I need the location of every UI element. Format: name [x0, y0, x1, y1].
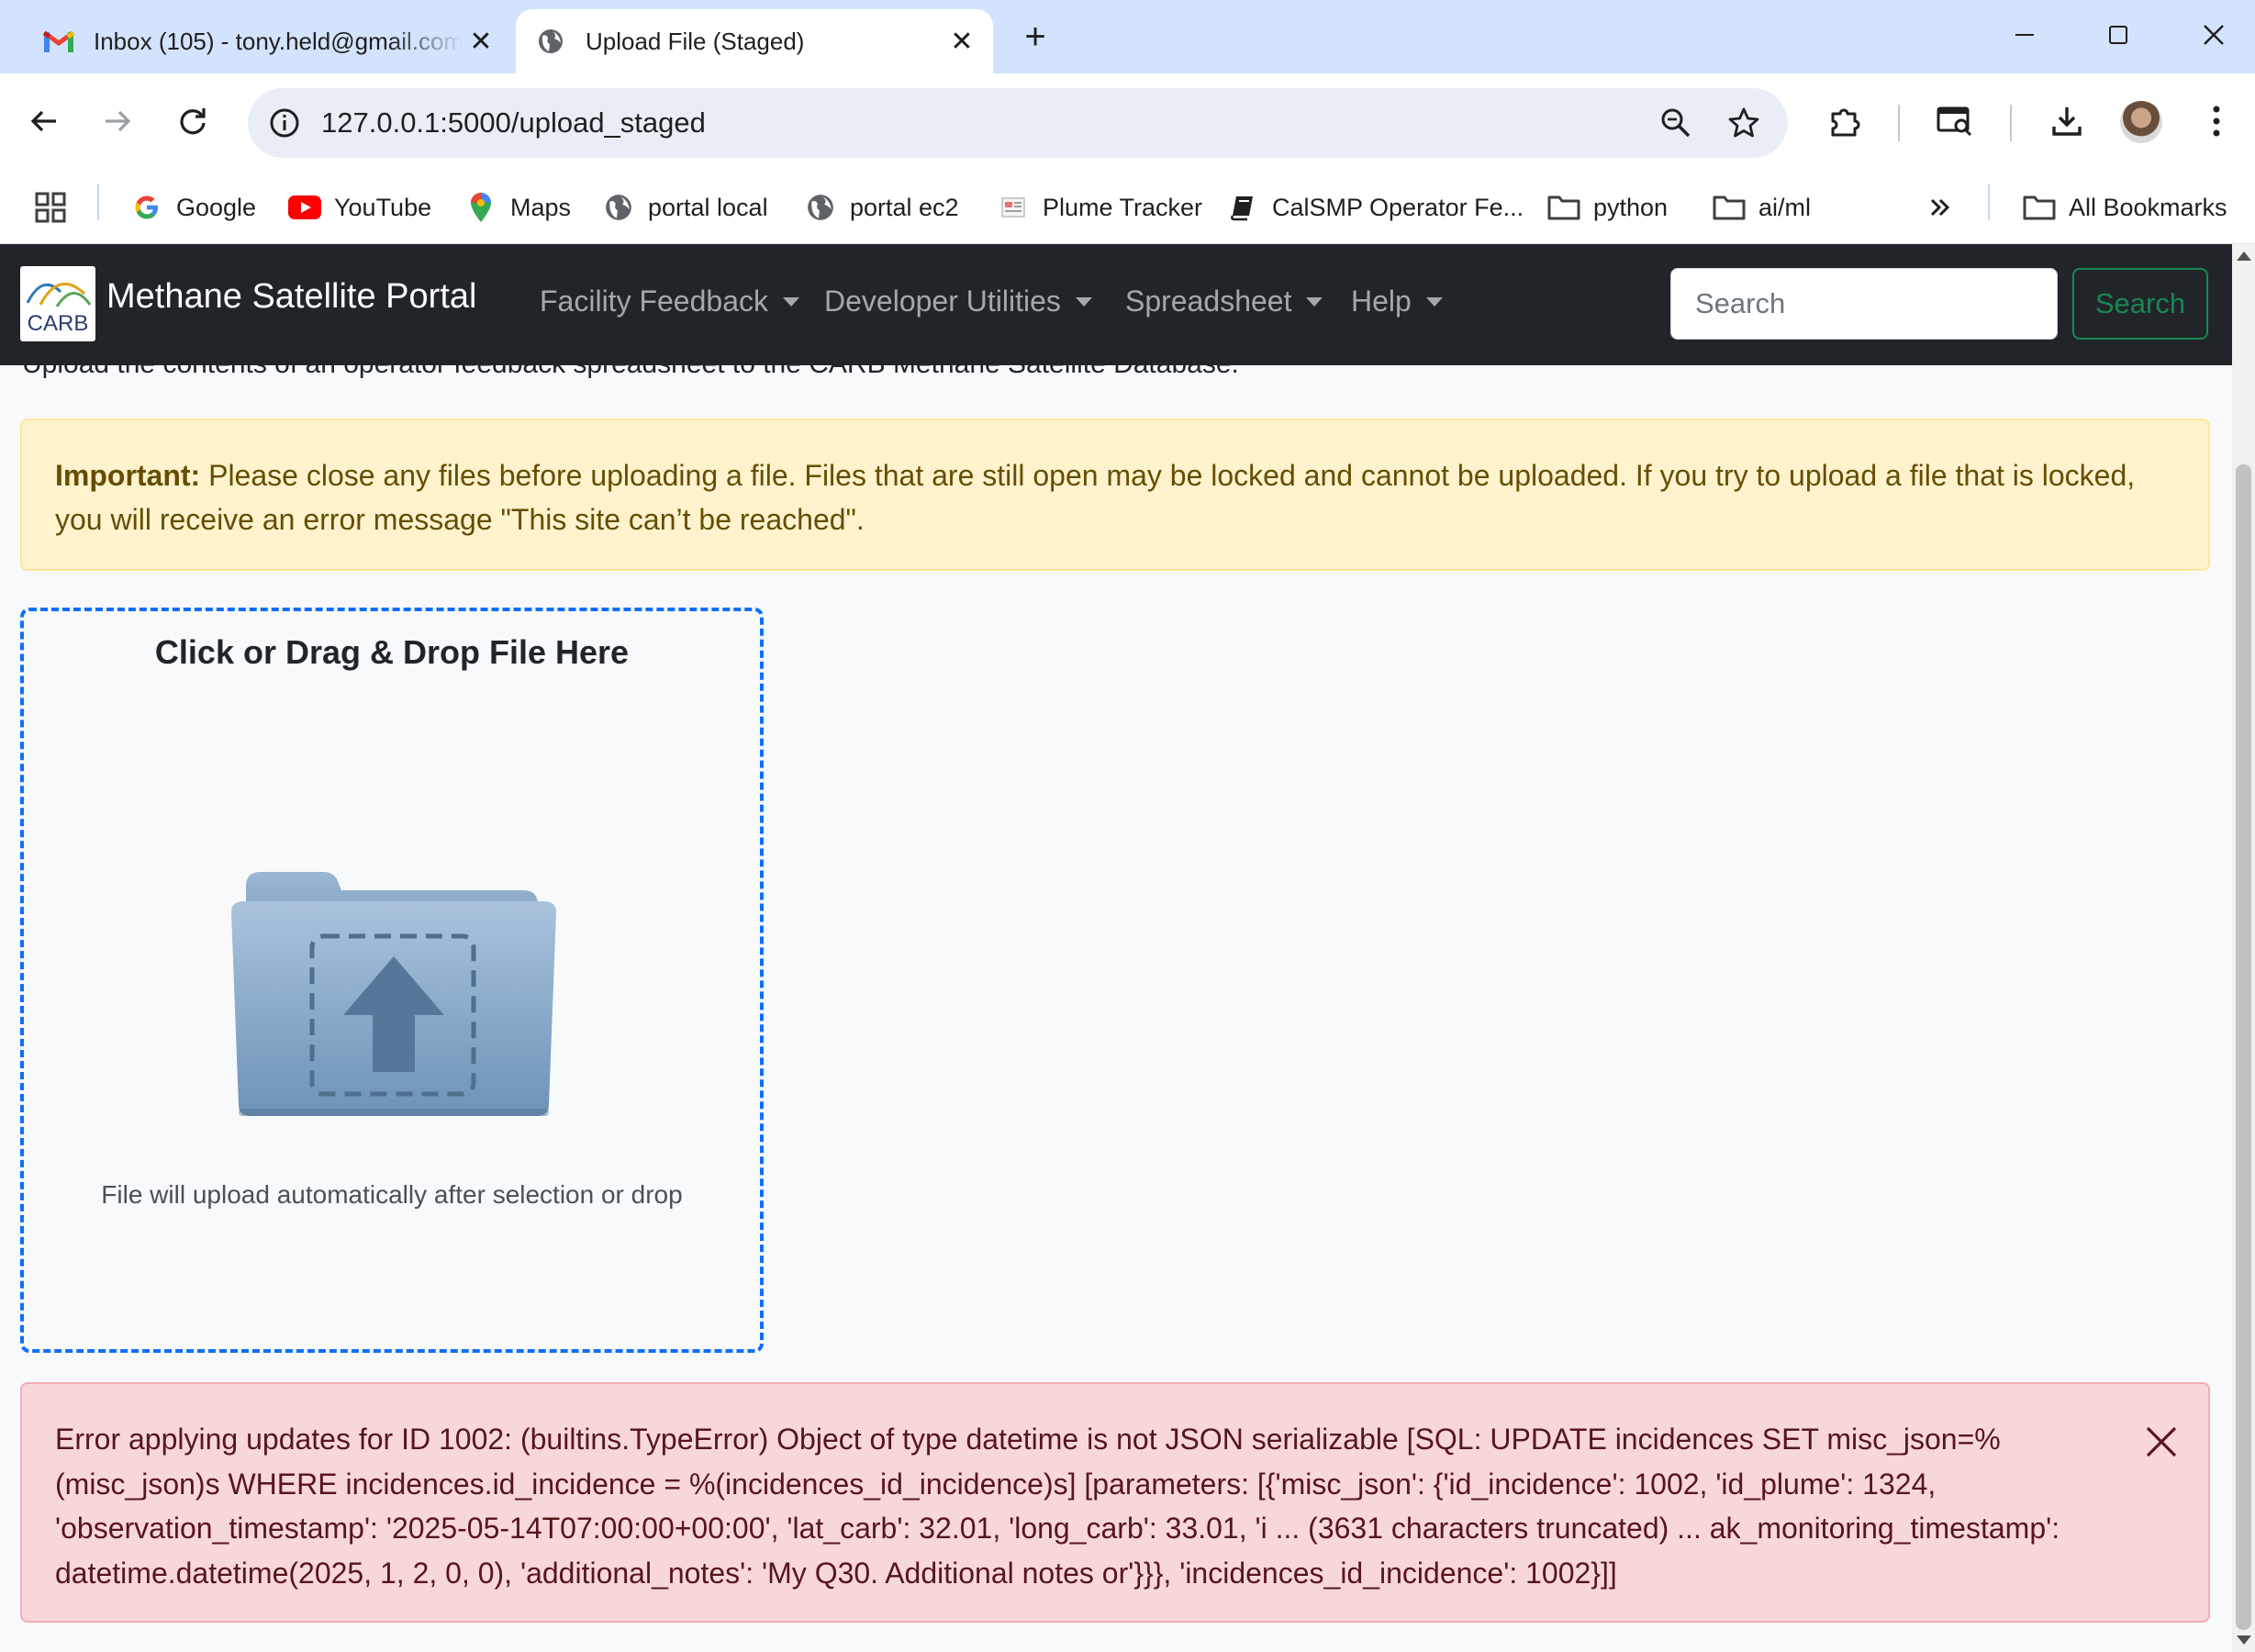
bookmarks-overflow-icon[interactable] [1927, 185, 1953, 229]
all-bookmarks[interactable]: All Bookmarks [2023, 185, 2227, 229]
bookmark-folder-python[interactable]: python [1547, 185, 1668, 229]
toolbar-divider [1898, 105, 1900, 141]
search-input[interactable] [1670, 268, 2058, 340]
caret-down-icon [1425, 296, 1443, 307]
caret-down-icon [1075, 296, 1092, 307]
minimize-icon[interactable] [1997, 11, 2052, 59]
search-button[interactable]: Search [2072, 268, 2208, 340]
bookmark-label: portal ec2 [850, 193, 959, 221]
dropzone-hint: File will upload automatically after sel… [101, 1180, 683, 1209]
youtube-icon [288, 191, 321, 224]
window-close-icon[interactable] [2186, 11, 2241, 59]
bookmark-portal-local[interactable]: portal local [602, 185, 768, 229]
nav-label: Facility Feedback [540, 285, 768, 318]
address-bar[interactable]: 127.0.0.1:5000/upload_staged [248, 88, 1788, 158]
url-text[interactable]: 127.0.0.1:5000/upload_staged [321, 106, 1652, 140]
scroll-down-icon[interactable] [2237, 1635, 2251, 1645]
maps-pin-icon [464, 191, 497, 224]
upload-folder-icon[interactable] [228, 868, 560, 1122]
book-icon [1226, 191, 1259, 224]
bookmark-folder-aiml[interactable]: ai/ml [1713, 185, 1811, 229]
browser-toolbar: 127.0.0.1:5000/upload_staged [0, 73, 2255, 173]
tab-gmail-inbox[interactable]: Inbox (105) - tony.held@gmail.com ✕ [17, 9, 512, 73]
profile-avatar[interactable] [2120, 101, 2162, 143]
bookmark-google[interactable]: Google [130, 185, 256, 229]
extensions-icon[interactable] [1817, 94, 1872, 149]
scroll-up-icon[interactable] [2237, 251, 2251, 261]
caret-down-icon [1306, 296, 1323, 307]
bookmark-star-icon[interactable] [1720, 99, 1768, 147]
page-scrollbar[interactable] [2232, 244, 2255, 1652]
back-icon[interactable] [17, 94, 72, 149]
error-message: Error applying updates for ID 1002: (bui… [55, 1423, 2060, 1590]
carb-logo[interactable]: CARB [20, 266, 95, 341]
logo-text: CARB [28, 311, 89, 336]
download-icon[interactable] [2039, 94, 2094, 149]
reload-icon[interactable] [165, 94, 220, 149]
brand-title[interactable]: Methane Satellite Portal [106, 277, 476, 317]
chrome-menu-icon[interactable] [2189, 94, 2244, 149]
important-text: Please close any files before uploading … [55, 459, 2136, 536]
bookmark-label: ai/ml [1758, 193, 1812, 221]
tab-upload-file[interactable]: Upload File (Staged) ✕ [516, 9, 993, 73]
google-icon [130, 191, 163, 224]
bookmark-maps[interactable]: Maps [464, 185, 571, 229]
bookmark-plume-tracker[interactable]: Plume Tracker [997, 185, 1202, 229]
nav-label: Help [1351, 285, 1412, 318]
folder-icon [1547, 191, 1580, 224]
nav-spreadsheet[interactable]: Spreadsheet [1125, 285, 1323, 318]
new-tab-icon[interactable]: + [1015, 17, 1055, 57]
dropzone-title[interactable]: Click or Drag & Drop File Here [20, 633, 764, 672]
bookmark-youtube[interactable]: YouTube [288, 185, 431, 229]
bookmark-label: Google [176, 193, 257, 221]
nav-label: Developer Utilities [824, 285, 1061, 318]
error-alert: Error applying updates for ID 1002: (bui… [20, 1382, 2210, 1623]
bookmark-label: Maps [510, 193, 572, 221]
important-label: Important: [55, 459, 201, 492]
bookmark-portal-ec2[interactable]: portal ec2 [804, 185, 959, 229]
important-alert: Important: Please close any files before… [20, 419, 2210, 571]
apps-grid-icon[interactable] [35, 185, 66, 229]
tab-title: Upload File (Staged) [586, 27, 805, 55]
tab-search-icon[interactable] [1927, 94, 1982, 149]
folder-icon [1713, 191, 1746, 224]
globe-icon [602, 191, 635, 224]
maximize-icon[interactable] [2091, 11, 2146, 59]
tab-close-icon[interactable]: ✕ [463, 23, 499, 60]
folder-icon [2023, 191, 2056, 224]
alert-close-icon[interactable] [2129, 1410, 2194, 1474]
forward-icon[interactable] [90, 94, 145, 149]
toolbar-divider [2010, 105, 2012, 141]
caret-down-icon [782, 296, 799, 307]
bookmark-label: Plume Tracker [1043, 193, 1203, 221]
tab-title: Inbox (105) - tony.held@gmail.com [94, 27, 463, 55]
gmail-icon [40, 23, 77, 60]
zoom-icon[interactable] [1652, 99, 1700, 147]
page-viewport: CARB Methane Satellite Portal Facility F… [0, 244, 2232, 1652]
tab-strip: Inbox (105) - tony.held@gmail.com ✕ Uplo… [0, 0, 2255, 73]
bookmark-label: python [1593, 193, 1669, 221]
nav-developer-utilities[interactable]: Developer Utilities [824, 285, 1092, 318]
bookmark-label: YouTube [334, 193, 432, 221]
site-info-icon[interactable] [264, 103, 305, 143]
bookmark-label: CalSMP Operator Fe... [1272, 193, 1524, 221]
bookmark-label: portal local [648, 193, 768, 221]
bookmarks-bar: Google YouTube Maps portal local portal … [0, 173, 2255, 244]
tab-close-icon[interactable]: ✕ [943, 23, 980, 60]
plume-tracker-icon [997, 191, 1030, 224]
bookmarks-divider [1988, 184, 1990, 220]
bookmarks-divider [97, 184, 99, 220]
globe-icon [532, 23, 569, 60]
nav-facility-feedback[interactable]: Facility Feedback [540, 285, 799, 318]
site-navbar: CARB Methane Satellite Portal Facility F… [0, 244, 2232, 365]
globe-icon [804, 191, 837, 224]
scroll-thumb[interactable] [2236, 464, 2251, 1630]
bookmark-calsmp[interactable]: CalSMP Operator Fe... [1226, 185, 1524, 229]
all-bookmarks-label: All Bookmarks [2069, 193, 2227, 221]
nav-label: Spreadsheet [1125, 285, 1292, 318]
nav-help[interactable]: Help [1351, 285, 1443, 318]
